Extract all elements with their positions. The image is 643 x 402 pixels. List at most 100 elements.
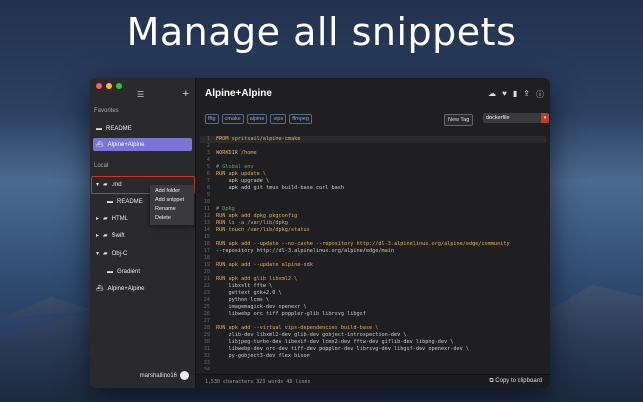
cloud-icon[interactable]: ☁: [488, 89, 496, 100]
trash-icon[interactable]: ▮: [513, 89, 517, 100]
filter-icon[interactable]: ☰: [137, 90, 144, 99]
top-toolbar: ☁ ♥ ▮ ⇪ ⓘ: [488, 89, 544, 100]
new-tag-button[interactable]: New Tag: [444, 114, 474, 126]
heart-icon[interactable]: ♥: [502, 89, 507, 100]
sidebar-item-label: HTML: [111, 215, 128, 222]
tag[interactable]: ffmpeg: [289, 114, 312, 124]
line-number: 8: [206, 185, 210, 191]
code-line: 8 apk add git tmux build-base curl bash: [200, 185, 546, 192]
share-icon[interactable]: ⇪: [523, 89, 530, 100]
line-number: 29: [203, 332, 210, 338]
info-icon[interactable]: ⓘ: [536, 89, 544, 100]
line-number: 20: [203, 269, 210, 275]
code-text: FROM spritsail/alpine-cmake: [216, 136, 301, 142]
folder-icon: ▰: [103, 182, 108, 188]
sidebar-item-label: Gradient: [117, 268, 141, 275]
folder-icon: ▰: [103, 216, 108, 222]
line-number: 18: [203, 255, 210, 261]
zoom-window-button[interactable]: [116, 83, 122, 89]
line-number: 22: [203, 283, 210, 289]
context-menu: Add folder Add snippet Rename Delete: [150, 185, 194, 225]
menu-item-delete[interactable]: Delete: [150, 214, 194, 223]
close-window-button[interactable]: [96, 83, 102, 89]
tag[interactable]: alpine: [246, 114, 268, 124]
code-line: 22 libxslt fftw \: [200, 283, 546, 290]
code-line: 15: [200, 234, 546, 241]
copy-icon: ⧉: [489, 378, 494, 384]
chevron-right-icon[interactable]: ▸: [96, 232, 99, 239]
tag[interactable]: cmake: [221, 114, 244, 124]
folder-icon: ▰: [103, 251, 108, 257]
sidebar: ☰ + Favorites ▬ README ⛴ Alpine+Alpine L…: [90, 78, 196, 388]
sidebar-item-label: README: [106, 125, 132, 132]
tag[interactable]: fftg: [205, 114, 219, 124]
code-line: 27: [200, 318, 546, 325]
line-number: 13: [203, 220, 210, 226]
code-line: 9: [200, 192, 546, 199]
sidebar-item-swift-folder[interactable]: ▸ ▰ Swift: [93, 229, 192, 242]
sidebar-item-label: .md: [111, 181, 122, 188]
code-text: RUN apk add --update --no-cache --reposi…: [216, 241, 510, 247]
sidebar-item-gradient[interactable]: ▬ Gradient: [104, 265, 192, 278]
doc-icon: ▬: [107, 198, 113, 205]
line-number: 14: [203, 227, 210, 233]
code-text: python lcms \: [216, 297, 270, 303]
code-line: 34: [200, 367, 546, 370]
code-text: # Dpkg: [216, 206, 235, 212]
code-line: 2: [200, 143, 546, 150]
sidebar-item-label: Obj-C: [111, 250, 128, 257]
code-line: 24 python lcms \: [200, 297, 546, 304]
sidebar-item-readme[interactable]: ▬ README: [93, 122, 192, 135]
code-line: 28 RUN apk add --virtual vips-dependencie…: [200, 325, 546, 332]
code-text: RUN apk update \: [216, 171, 266, 177]
line-number: 1: [206, 136, 210, 142]
line-number: 28: [203, 325, 210, 331]
code-line: 11 # Dpkg: [200, 206, 546, 213]
chevron-down-icon[interactable]: ▾: [96, 181, 99, 188]
code-line: 30 libjpeg-turbo-dev libexif-dev lcms2-d…: [200, 339, 546, 346]
copy-to-clipboard-button[interactable]: ⧉ Copy to clipboard: [489, 378, 542, 385]
local-label: Local: [94, 163, 109, 169]
code-line: 12 RUN apk add dpkg pkgconfig: [200, 213, 546, 220]
minimize-window-button[interactable]: [106, 83, 112, 89]
chevron-down-icon[interactable]: ▾: [96, 250, 99, 257]
menu-item-add-folder[interactable]: Add folder: [150, 187, 194, 196]
line-number: 30: [203, 339, 210, 345]
snippet-title[interactable]: Alpine+Alpine: [205, 88, 272, 99]
code-text: zlib-dev libxml2-dev glib-dev gobject-in…: [216, 332, 407, 338]
line-number: 9: [206, 192, 210, 198]
code-line: 10: [200, 199, 546, 206]
editor-pane: Alpine+Alpine ☁ ♥ ▮ ⇪ ⓘ fftg cmake alpin…: [196, 78, 550, 388]
code-line: 1 FROM spritsail/alpine-cmake: [200, 136, 546, 143]
line-number: 19: [203, 262, 210, 268]
chevron-right-icon[interactable]: ▸: [96, 215, 99, 222]
add-icon[interactable]: +: [183, 88, 189, 100]
language-select[interactable]: dockerfile ▾: [483, 113, 549, 123]
tag[interactable]: vips: [270, 114, 287, 124]
sidebar-item-alpine-local[interactable]: ⛴ Alpine+Alpine: [93, 282, 192, 295]
line-number: 3: [206, 150, 210, 156]
menu-item-add-snippet[interactable]: Add snippet: [150, 196, 194, 205]
code-line: 25 imagemagick-dev openexr \: [200, 304, 546, 311]
line-number: 23: [203, 290, 210, 296]
code-text: # Global env: [216, 164, 254, 170]
line-number: 10: [203, 199, 210, 205]
code-editor[interactable]: 1 FROM spritsail/alpine-cmake 2 3 WORKDIR /h…: [200, 136, 546, 370]
copy-label: Copy to clipboard: [495, 378, 542, 384]
line-number: 21: [203, 276, 210, 282]
code-text: WORKDIR /home: [216, 150, 257, 156]
user-footer: marshallino16: [140, 371, 189, 380]
code-text: apk upgrade \: [216, 178, 270, 184]
code-line: 18: [200, 255, 546, 262]
github-icon[interactable]: [180, 371, 189, 380]
line-number: 25: [203, 304, 210, 310]
sidebar-item-label: Alpine+Alpine: [107, 141, 145, 148]
sidebar-item-alpine[interactable]: ⛴ Alpine+Alpine: [93, 138, 192, 151]
code-text: RUN apk add --virtual vips-dependencies …: [216, 325, 379, 331]
code-line: 33: [200, 360, 546, 367]
sidebar-item-objc-folder[interactable]: ▾ ▰ Obj-C: [93, 247, 192, 260]
code-text: libwebp orc tiff poppler-glib librsvg li…: [216, 311, 366, 317]
window-controls: [96, 83, 122, 89]
line-number: 6: [206, 171, 210, 177]
menu-item-rename[interactable]: Rename: [150, 205, 194, 214]
